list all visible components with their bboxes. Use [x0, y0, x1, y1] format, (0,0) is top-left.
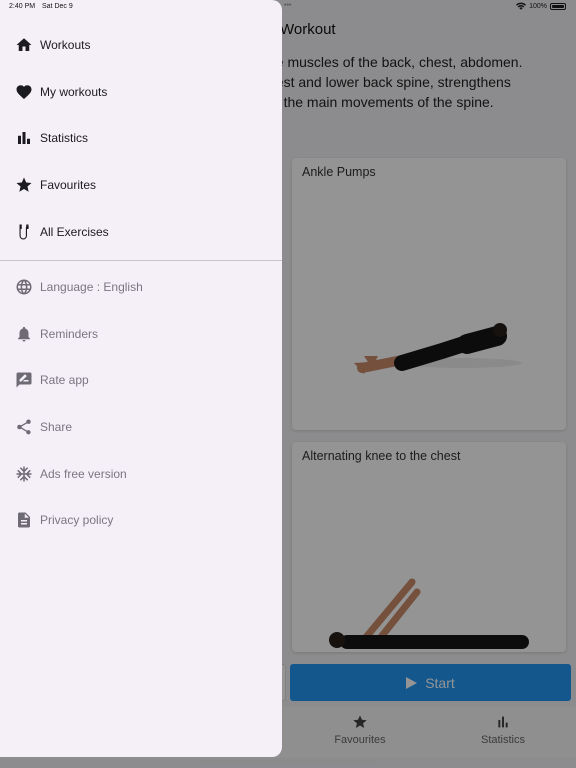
drawer-item-label: My workouts	[40, 85, 108, 99]
wifi-icon	[516, 2, 527, 10]
drawer-item-all-exercises[interactable]: All Exercises	[0, 210, 282, 254]
drawer-item-favourites[interactable]: Favourites	[0, 163, 282, 207]
battery-percent: 100%	[529, 2, 547, 10]
rate-review-icon	[15, 371, 33, 389]
drawer-item-label: Privacy policy	[40, 513, 114, 527]
status-date: Sat Dec 9	[42, 3, 73, 10]
battery-icon	[550, 2, 566, 10]
home-icon	[15, 36, 33, 54]
drawer-item-share[interactable]: Share	[0, 405, 282, 449]
share-icon	[15, 418, 33, 436]
drawer-item-rate-app[interactable]: Rate app	[0, 358, 282, 402]
document-icon	[15, 511, 33, 529]
heart-icon	[15, 83, 33, 101]
drawer-item-statistics[interactable]: Statistics	[0, 116, 282, 160]
drawer-divider	[0, 260, 282, 261]
drawer-item-label: Language : English	[40, 280, 143, 294]
jump-rope-icon	[15, 223, 33, 241]
drawer-item-label: Workouts	[40, 38, 91, 52]
bar-chart-icon	[15, 129, 33, 147]
drawer-item-privacy-policy[interactable]: Privacy policy	[0, 498, 282, 542]
multitask-dots[interactable]: •••	[284, 2, 291, 9]
status-time: 2:40 PM	[9, 3, 36, 10]
drawer-item-workouts[interactable]: Workouts	[0, 23, 282, 67]
navigation-drawer: Workouts My workouts Statistics Favourit…	[0, 0, 282, 757]
drawer-item-label: Statistics	[40, 131, 89, 145]
home-indicator[interactable]	[199, 760, 377, 764]
globe-icon	[15, 278, 33, 296]
drawer-item-my-workouts[interactable]: My workouts	[0, 70, 282, 114]
bell-icon	[15, 325, 33, 343]
drawer-item-label: Rate app	[40, 373, 89, 387]
drawer-item-language[interactable]: Language : English	[0, 265, 282, 309]
star-icon	[15, 176, 33, 194]
drawer-item-label: Ads free version	[40, 467, 127, 481]
drawer-item-label: Reminders	[40, 327, 99, 341]
drawer-item-reminders[interactable]: Reminders	[0, 312, 282, 356]
drawer-item-label: Favourites	[40, 178, 97, 192]
drawer-item-ads-free[interactable]: Ads free version	[0, 452, 282, 496]
drawer-item-label: All Exercises	[40, 225, 109, 239]
drawer-item-label: Share	[40, 420, 73, 434]
status-bar: 2:40 PM Sat Dec 9 ••• 100%	[0, 0, 576, 13]
snowflake-icon	[15, 465, 33, 483]
